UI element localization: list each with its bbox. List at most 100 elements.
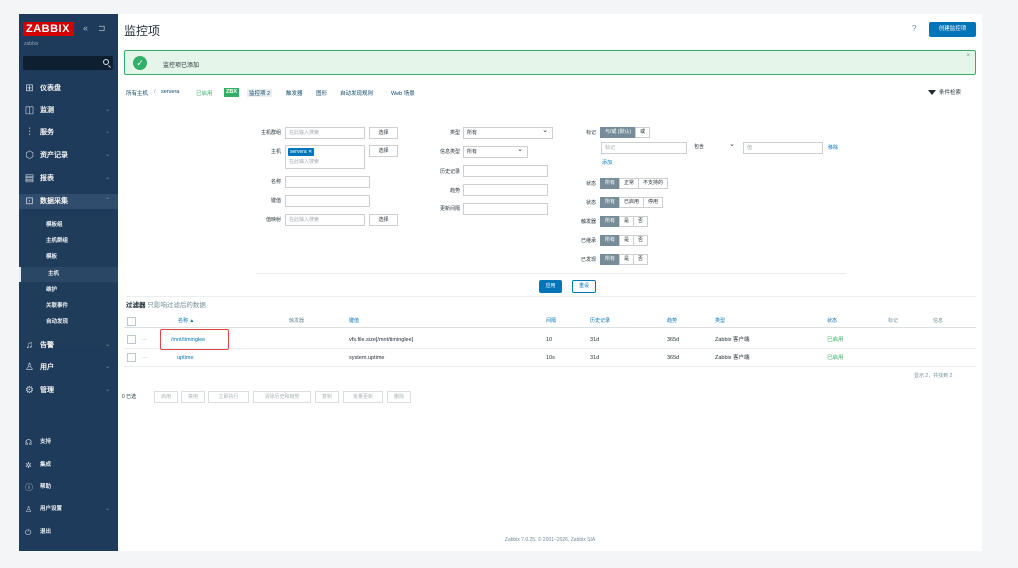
discovered-toggle[interactable]: 所有 是 否 <box>600 254 649 265</box>
mass-enable-button[interactable]: 启用 <box>154 391 178 403</box>
state-toggle[interactable]: 所有 正常 不支持的 <box>600 178 669 189</box>
reset-button[interactable]: 重设 <box>572 280 596 293</box>
discovered-all-option[interactable]: 所有 <box>600 254 621 265</box>
breadcrumb-host[interactable]: servera <box>161 89 179 95</box>
row-checkbox[interactable] <box>127 353 136 362</box>
nav-sign-out[interactable]: ⏻ 退出 <box>19 525 118 540</box>
tab-items[interactable]: 监控项 2 <box>247 89 273 97</box>
col-interval-sort[interactable]: 间隔 <box>546 317 556 324</box>
col-status-sort[interactable]: 状态 <box>827 317 837 324</box>
mass-disable-button[interactable]: 禁用 <box>181 391 205 403</box>
subnav-template-groups[interactable]: 模板组 <box>19 218 118 233</box>
host-groups-input[interactable]: 在此输入搜索 <box>285 127 365 139</box>
sidebar-search-input[interactable] <box>23 56 113 70</box>
tag-operator-select[interactable]: 包含 <box>691 140 739 154</box>
inherited-yes-option[interactable]: 是 <box>619 235 635 246</box>
tab-web-scenarios[interactable]: Web 场景 <box>391 89 415 97</box>
subnav-templates[interactable]: 模板 <box>19 250 118 265</box>
tags-and-or-option[interactable]: 与/或 (默认) <box>600 127 637 138</box>
row-checkbox[interactable] <box>127 335 136 344</box>
close-icon[interactable]: × <box>966 53 970 59</box>
nav-user-settings[interactable]: ♙ 用户设置 ⌄ <box>19 502 118 517</box>
state-unsupported-option[interactable]: 不支持的 <box>638 178 669 189</box>
hosts-multiselect[interactable]: servera ✕ 在此输入搜索 <box>285 145 365 169</box>
subnav-hosts[interactable]: 主机 <box>19 267 118 282</box>
nav-integrations[interactable]: ✲ 集成 <box>19 458 118 473</box>
item-status-toggle[interactable]: 已启用 <box>827 350 844 366</box>
apply-button[interactable]: 应用 <box>539 280 562 293</box>
item-name-link[interactable]: uptime <box>177 350 194 366</box>
nav-inventory[interactable]: ⬡ 资产记录 ⌄ <box>19 148 118 163</box>
tab-triggers[interactable]: 触发器 <box>286 89 303 97</box>
value-mapping-input[interactable]: 在此输入搜索 <box>285 214 365 226</box>
update-interval-input[interactable] <box>463 203 548 215</box>
tab-discovery-rules[interactable]: 自动发现规则 <box>340 89 373 97</box>
filter-toggle[interactable]: 条件检索 <box>928 88 961 96</box>
tags-evaltype-toggle[interactable]: 与/或 (默认) 或 <box>600 127 651 138</box>
col-key-sort[interactable]: 键值 <box>349 317 359 324</box>
status-all-option[interactable]: 所有 <box>600 197 621 208</box>
mass-update-button[interactable]: 批量更新 <box>343 391 383 403</box>
col-history-sort[interactable]: 历史记录 <box>590 317 610 324</box>
nav-help[interactable]: ⓘ 帮助 <box>19 480 118 495</box>
key-input[interactable] <box>285 195 370 207</box>
item-status-toggle[interactable]: 已启用 <box>827 332 844 348</box>
state-normal-option[interactable]: 正常 <box>619 178 640 189</box>
type-select[interactable]: 所有 <box>463 126 553 139</box>
nav-services[interactable]: ⫶ 服务 ⌄ <box>19 125 118 140</box>
row-menu-icon[interactable]: ··· <box>142 332 148 348</box>
breadcrumb-all-hosts[interactable]: 所有主机 <box>126 89 148 97</box>
inherited-toggle[interactable]: 所有 是 否 <box>600 235 649 246</box>
mass-delete-button[interactable]: 删除 <box>387 391 411 403</box>
col-name-sort[interactable]: 名称 ▲ <box>178 317 194 324</box>
select-all-checkbox[interactable] <box>127 317 136 326</box>
mass-copy-button[interactable]: 复制 <box>315 391 339 403</box>
subnav-event-correlation[interactable]: 关联事件 <box>19 299 118 314</box>
status-disabled-option[interactable]: 停用 <box>643 197 664 208</box>
kiosk-mode-icon[interactable]: ⊐ <box>98 23 106 34</box>
status-enabled-option[interactable]: 已启用 <box>619 197 645 208</box>
nav-alerts[interactable]: ♫ 告警 ⌄ <box>19 338 118 353</box>
tags-or-option[interactable]: 或 <box>635 127 651 138</box>
info-type-select[interactable]: 所有 <box>463 145 528 158</box>
trends-input[interactable] <box>463 184 548 196</box>
discovered-no-option[interactable]: 否 <box>633 254 649 265</box>
nav-dashboard[interactable]: ⊞ 仪表盘 <box>19 81 118 96</box>
tag-remove-link[interactable]: 移除 <box>828 144 838 151</box>
zabbix-logo[interactable]: ZABBIX <box>23 22 74 36</box>
subnav-maintenance[interactable]: 维护 <box>19 283 118 298</box>
history-input[interactable] <box>463 165 548 177</box>
state-all-option[interactable]: 所有 <box>600 178 621 189</box>
tag-value-input[interactable]: 值 <box>743 142 823 154</box>
inherited-all-option[interactable]: 所有 <box>600 235 621 246</box>
value-mapping-select-button[interactable]: 选择 <box>369 214 398 226</box>
host-status[interactable]: 已启用 <box>196 89 213 97</box>
create-item-button[interactable]: 创建监控项 <box>929 22 976 37</box>
triggers-toggle[interactable]: 所有 是 否 <box>600 216 649 227</box>
help-icon[interactable]: ? <box>912 24 916 33</box>
subnav-host-groups[interactable]: 主机群组 <box>19 234 118 249</box>
triggers-all-option[interactable]: 所有 <box>600 216 621 227</box>
name-input[interactable] <box>285 176 370 188</box>
hosts-select-button[interactable]: 选择 <box>369 145 398 157</box>
mass-execute-now-button[interactable]: 立即执行 <box>208 391 249 403</box>
collapse-sidebar-icon[interactable]: « <box>83 23 88 33</box>
tag-name-input[interactable]: 标记 <box>601 142 687 154</box>
inherited-no-option[interactable]: 否 <box>633 235 649 246</box>
triggers-no-option[interactable]: 否 <box>633 216 649 227</box>
remove-tag-icon[interactable]: ✕ <box>308 149 312 155</box>
row-menu-icon[interactable]: ··· <box>142 350 148 366</box>
discovered-yes-option[interactable]: 是 <box>619 254 635 265</box>
nav-data-collection[interactable]: ⊡ 数据采集 ⌃ <box>19 194 118 209</box>
status-toggle[interactable]: 所有 已启用 停用 <box>600 197 664 208</box>
col-trends-sort[interactable]: 趋势 <box>667 317 677 324</box>
nav-support[interactable]: ☊ 支持 <box>19 435 118 450</box>
subnav-discovery[interactable]: 自动发现 <box>19 315 118 330</box>
nav-users[interactable]: ♙ 用户 ⌄ <box>19 360 118 375</box>
search-icon[interactable] <box>103 59 109 65</box>
nav-monitoring[interactable]: ◫ 监测 ⌄ <box>19 103 118 118</box>
host-groups-select-button[interactable]: 选择 <box>369 127 398 139</box>
triggers-yes-option[interactable]: 是 <box>619 216 635 227</box>
nav-administration[interactable]: ⚙ 管理 ⌄ <box>19 383 118 398</box>
col-type-sort[interactable]: 类型 <box>715 317 725 324</box>
